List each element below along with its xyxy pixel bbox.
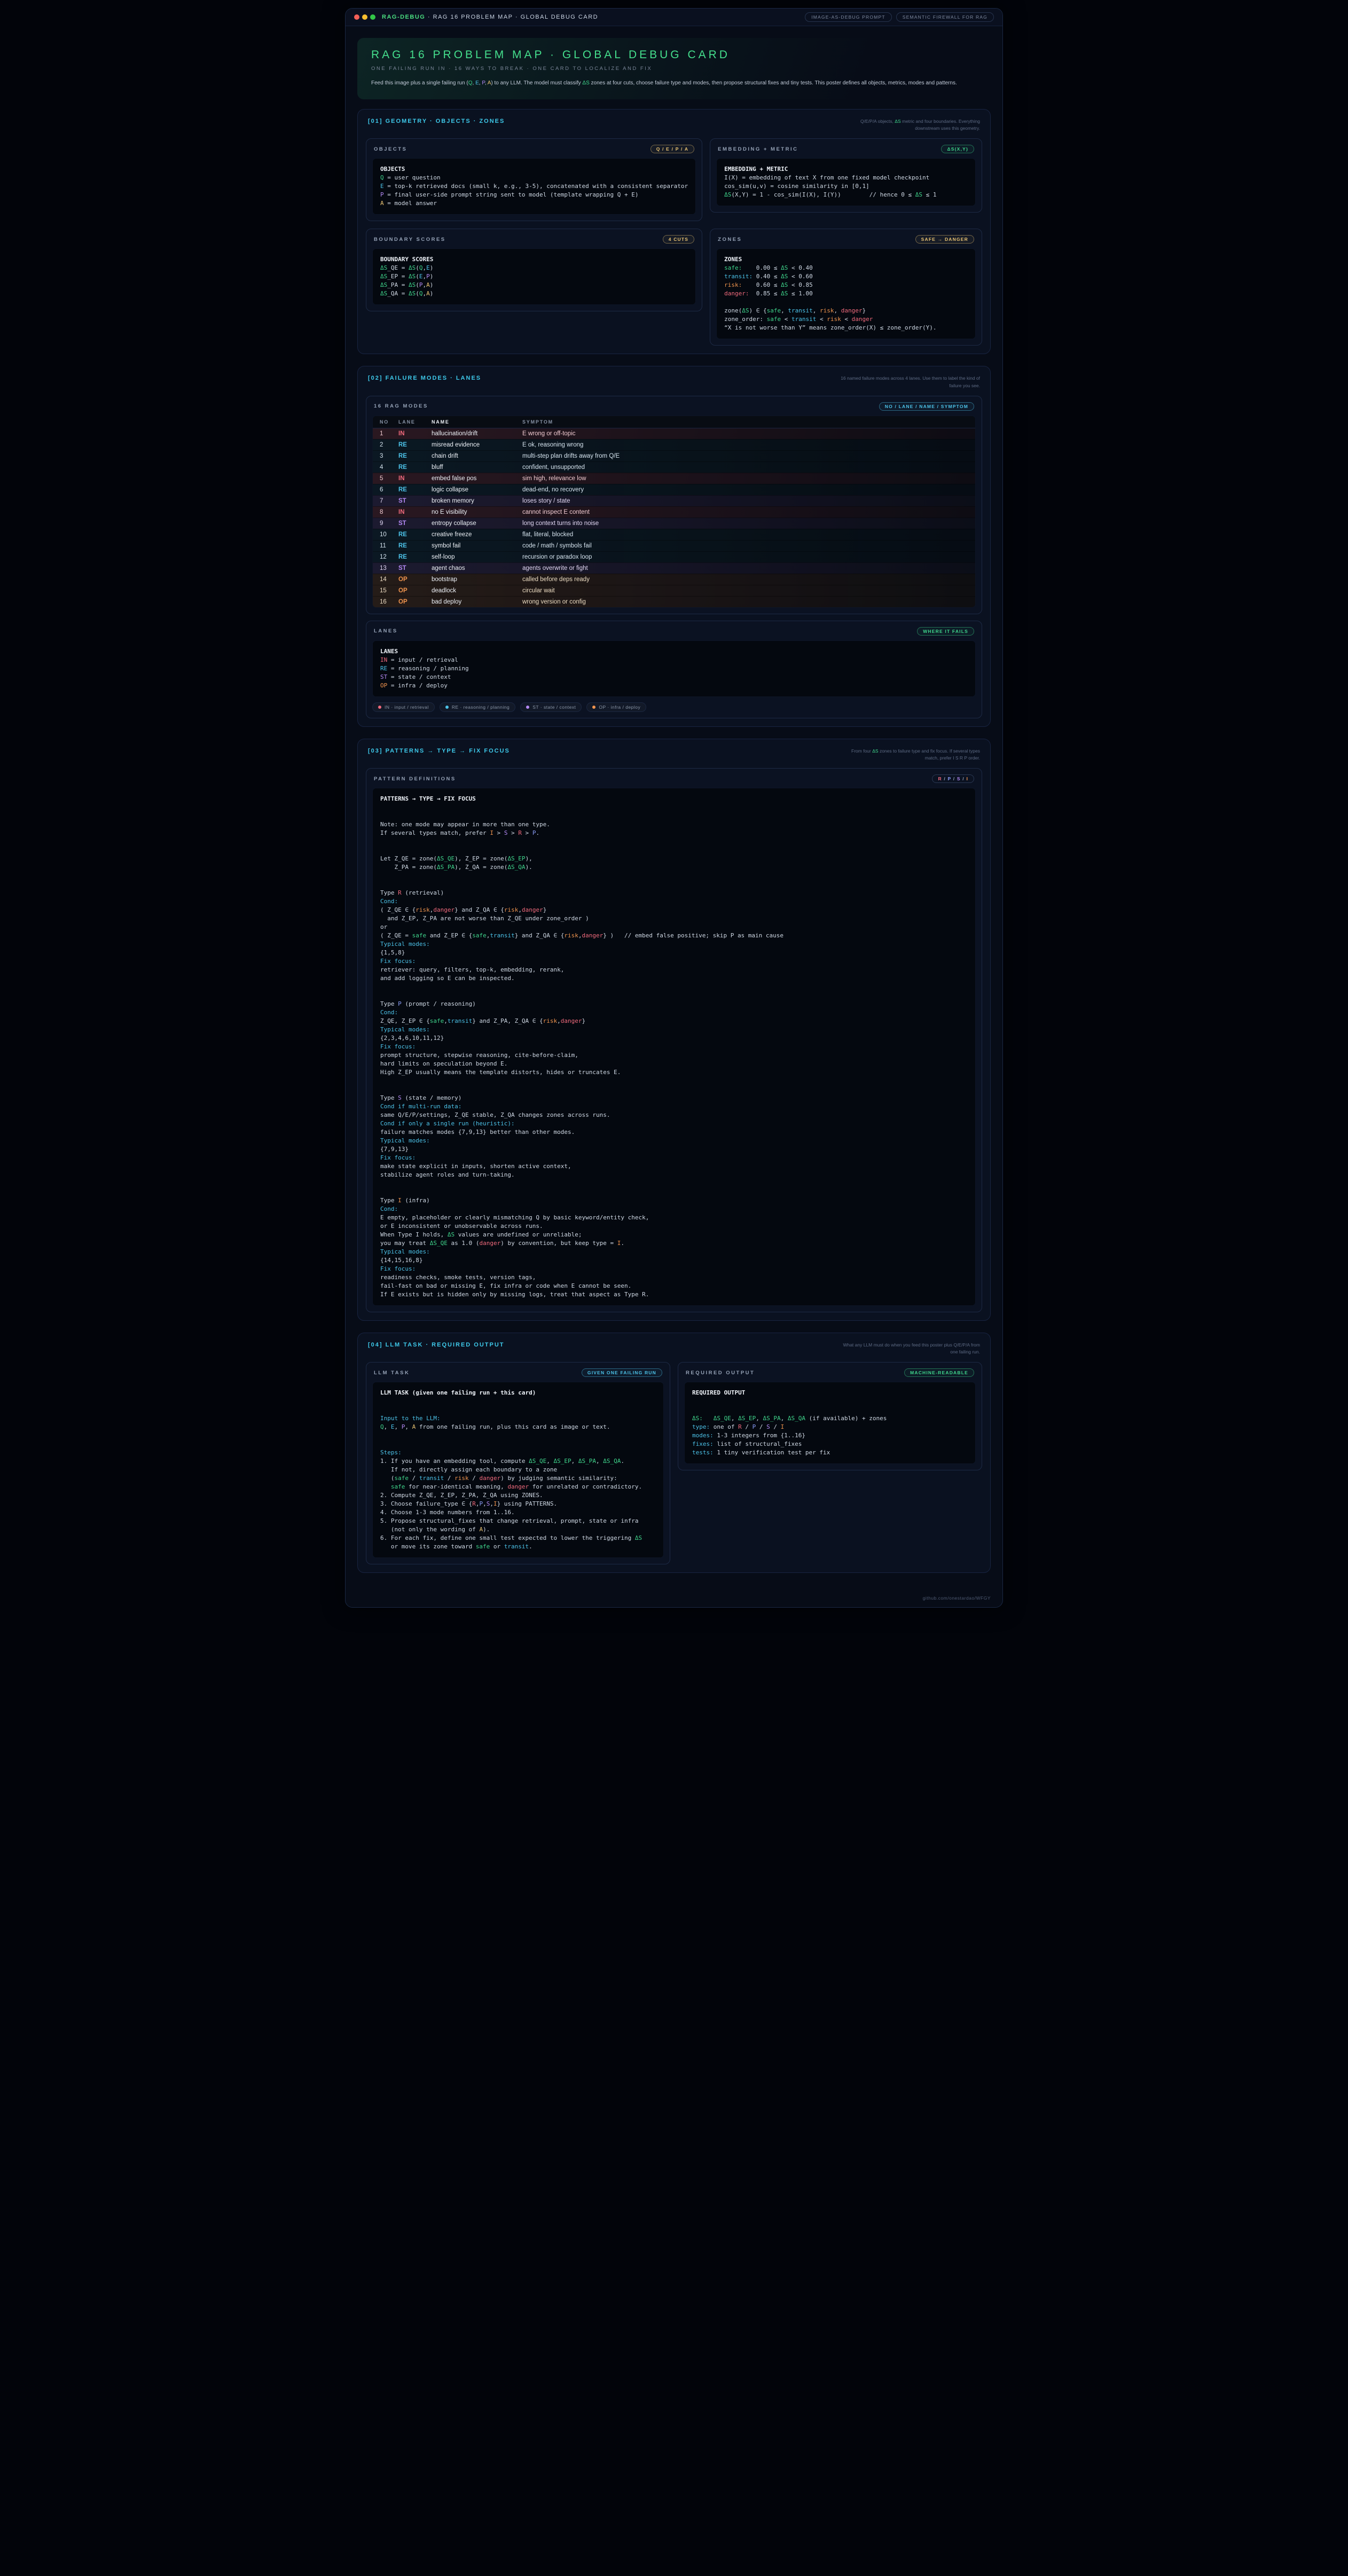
panel-objects: OBJECTS Q / E / P / A OBJECTSQ = user qu…: [366, 138, 702, 221]
table-row: 13STagent chaosagents overwrite or fight: [373, 562, 975, 574]
footer-link[interactable]: github.com/onestardao/WFGY: [923, 1595, 991, 1601]
legend-chip: IN · input / retrieval: [372, 702, 435, 712]
table-row: 10REcreative freezeflat, literal, blocke…: [373, 529, 975, 540]
page-subtitle: ONE FAILING RUN IN · 16 WAYS TO BREAK · …: [371, 66, 977, 72]
section-patterns-title: [03] PATTERNS → TYPE → FIX FOCUS: [368, 748, 510, 754]
legend-chip: RE · reasoning / planning: [440, 702, 515, 712]
table-row: 15OPdeadlockcircular wait: [373, 585, 975, 596]
objects-label: OBJECTS: [374, 146, 407, 152]
panel-rag-modes: 16 RAG MODES NO / LANE / NAME / SYMPTOM …: [366, 396, 982, 614]
section-llm-task: [04] LLM TASK · REQUIRED OUTPUT What any…: [357, 1333, 991, 1573]
section-llm-task-note: What any LLM must do when you feed this …: [838, 1342, 980, 1356]
section-patterns: [03] PATTERNS → TYPE → FIX FOCUS From fo…: [357, 739, 991, 1321]
titlebar-badges: IMAGE-AS-DEBUG PROMPT SEMANTIC FIREWALL …: [805, 12, 994, 22]
badge-semantic-firewall: SEMANTIC FIREWALL FOR RAG: [896, 12, 994, 22]
table-row: 7STbroken memoryloses story / state: [373, 495, 975, 506]
boundary-label: BOUNDARY SCORES: [374, 237, 446, 242]
table-row: 3REchain driftmulti-step plan drifts awa…: [373, 450, 975, 461]
section-geometry-note: Q/E/P/A objects, ΔS metric and four boun…: [838, 118, 980, 132]
hero: RAG 16 PROBLEM MAP · GLOBAL DEBUG CARD O…: [357, 38, 991, 99]
column-header-no: NO: [373, 419, 398, 425]
table-row: 12REself-looprecursion or paradox loop: [373, 551, 975, 562]
rag-modes-label: 16 RAG MODES: [374, 403, 428, 409]
patterns-code: PATTERNS → TYPE → FIX FOCUS Note: one mo…: [372, 788, 976, 1306]
legend-dot-icon: [526, 706, 529, 709]
required-output-badge: MACHINE-READABLE: [904, 1368, 974, 1377]
legend-chip: ST · state / context: [520, 702, 582, 712]
required-output-label: REQUIRED OUTPUT: [686, 1370, 755, 1376]
required-output-code: REQUIRED OUTPUT ΔS: ΔS_QE, ΔS_EP, ΔS_PA,…: [684, 1382, 976, 1464]
window-controls: [354, 14, 375, 20]
panel-embedding-metric: EMBEDDING + METRIC ΔS(X,Y) EMBEDDING + M…: [710, 138, 982, 213]
legend-dot-icon: [445, 706, 449, 709]
lanes-badge: WHERE IT FAILS: [917, 627, 974, 636]
table-row: 4REbluffconfident, unsupported: [373, 461, 975, 473]
embedding-badge: ΔS(X,Y): [941, 145, 974, 153]
embedding-code: EMBEDDING + METRICI(X) = embedding of te…: [716, 158, 976, 206]
zones-badge: SAFE → DANGER: [915, 235, 974, 244]
llm-task-label: LLM TASK: [374, 1370, 410, 1376]
embedding-label: EMBEDDING + METRIC: [718, 146, 798, 152]
section-failure-modes: [02] FAILURE MODES · LANES 16 named fail…: [357, 366, 991, 726]
page-title: RAG 16 PROBLEM MAP · GLOBAL DEBUG CARD: [371, 49, 977, 61]
llm-task-code: LLM TASK (given one failing run + this c…: [372, 1382, 664, 1558]
window-footer: github.com/onestardao/WFGY: [346, 1590, 1002, 1607]
patterns-label: PATTERN DEFINITIONS: [374, 776, 456, 782]
section-failure-modes-note: 16 named failure modes across 4 lanes. U…: [838, 375, 980, 389]
panel-lanes: LANES WHERE IT FAILS LANESIN = input / r…: [366, 621, 982, 718]
panel-llm-task: LLM TASK GIVEN ONE FAILING RUN LLM TASK …: [366, 1362, 670, 1564]
table-row: 8INno E visibilitycannot inspect E conte…: [373, 506, 975, 518]
objects-code: OBJECTSQ = user questionE = top-k retrie…: [372, 158, 696, 215]
window-title-rest: · RAG 16 PROBLEM MAP · GLOBAL DEBUG CARD: [425, 14, 598, 20]
panel-required-output: REQUIRED OUTPUT MACHINE-READABLE REQUIRE…: [678, 1362, 982, 1470]
section-failure-modes-title: [02] FAILURE MODES · LANES: [368, 375, 481, 381]
zones-label: ZONES: [718, 237, 742, 242]
modes-table: NO LANE NAME SYMPTOM 1INhallucination/dr…: [372, 416, 976, 608]
table-row: 16OPbad deploywrong version or config: [373, 596, 975, 607]
panel-boundary-scores: BOUNDARY SCORES 4 CUTS BOUNDARY SCORESΔS…: [366, 229, 702, 311]
boundary-badge: 4 CUTS: [663, 235, 694, 244]
modes-table-header: NO LANE NAME SYMPTOM: [373, 416, 975, 428]
section-patterns-note: From four ΔS zones to failure type and f…: [838, 748, 980, 762]
section-llm-task-title: [04] LLM TASK · REQUIRED OUTPUT: [368, 1342, 505, 1348]
boundary-code: BOUNDARY SCORESΔS_QE = ΔS(Q,E)ΔS_EP = ΔS…: [372, 248, 696, 305]
debug-card-window: RAG-DEBUG · RAG 16 PROBLEM MAP · GLOBAL …: [345, 8, 1003, 1608]
section-geometry-title: [01] GEOMETRY · OBJECTS · ZONES: [368, 118, 505, 124]
legend-dot-icon: [378, 706, 381, 709]
panel-zones: ZONES SAFE → DANGER ZONESsafe: 0.00 ≤ ΔS…: [710, 229, 982, 346]
card-content: RAG 16 PROBLEM MAP · GLOBAL DEBUG CARD O…: [346, 26, 1002, 1590]
table-row: 2REmisread evidenceE ok, reasoning wrong: [373, 439, 975, 450]
legend-dot-icon: [592, 706, 595, 709]
column-header-symptom: SYMPTOM: [522, 419, 975, 425]
llm-task-badge: GIVEN ONE FAILING RUN: [582, 1368, 662, 1377]
objects-badge: Q / E / P / A: [651, 145, 694, 153]
page-description: Feed this image plus a single failing ru…: [371, 79, 977, 88]
table-row: 5INembed false possim high, relevance lo…: [373, 473, 975, 484]
legend-chip: OP · infra / deploy: [586, 702, 646, 712]
lanes-code: LANESIN = input / retrievalRE = reasonin…: [372, 640, 976, 697]
panel-pattern-definitions: PATTERN DEFINITIONS R / P / S / I PATTER…: [366, 768, 982, 1312]
lanes-legend: IN · input / retrieval RE · reasoning / p…: [372, 702, 976, 712]
table-row: 11REsymbol failcode / math / symbols fai…: [373, 540, 975, 551]
column-header-lane: LANE: [398, 419, 432, 425]
table-row: 1INhallucination/driftE wrong or off-top…: [373, 428, 975, 439]
window-title: RAG-DEBUG · RAG 16 PROBLEM MAP · GLOBAL …: [382, 14, 598, 20]
column-header-name: NAME: [432, 419, 522, 425]
minimize-button[interactable]: [362, 14, 367, 20]
rag-modes-badge: NO / LANE / NAME / SYMPTOM: [879, 402, 974, 411]
modes-table-body: 1INhallucination/driftE wrong or off-top…: [373, 428, 975, 607]
patterns-badge: R / P / S / I: [932, 774, 974, 783]
close-button[interactable]: [354, 14, 359, 20]
maximize-button[interactable]: [370, 14, 375, 20]
badge-image-as-debug-prompt: IMAGE-AS-DEBUG PROMPT: [805, 12, 892, 22]
app-name: RAG-DEBUG: [382, 14, 425, 20]
titlebar: RAG-DEBUG · RAG 16 PROBLEM MAP · GLOBAL …: [346, 9, 1002, 26]
lanes-label: LANES: [374, 628, 398, 634]
table-row: 14OPbootstrapcalled before deps ready: [373, 574, 975, 585]
table-row: 9STentropy collapselong context turns in…: [373, 518, 975, 529]
table-row: 6RElogic collapsedead-end, no recovery: [373, 484, 975, 495]
zones-code: ZONESsafe: 0.00 ≤ ΔS < 0.40transit: 0.40…: [716, 248, 976, 339]
section-geometry: [01] GEOMETRY · OBJECTS · ZONES Q/E/P/A …: [357, 109, 991, 354]
